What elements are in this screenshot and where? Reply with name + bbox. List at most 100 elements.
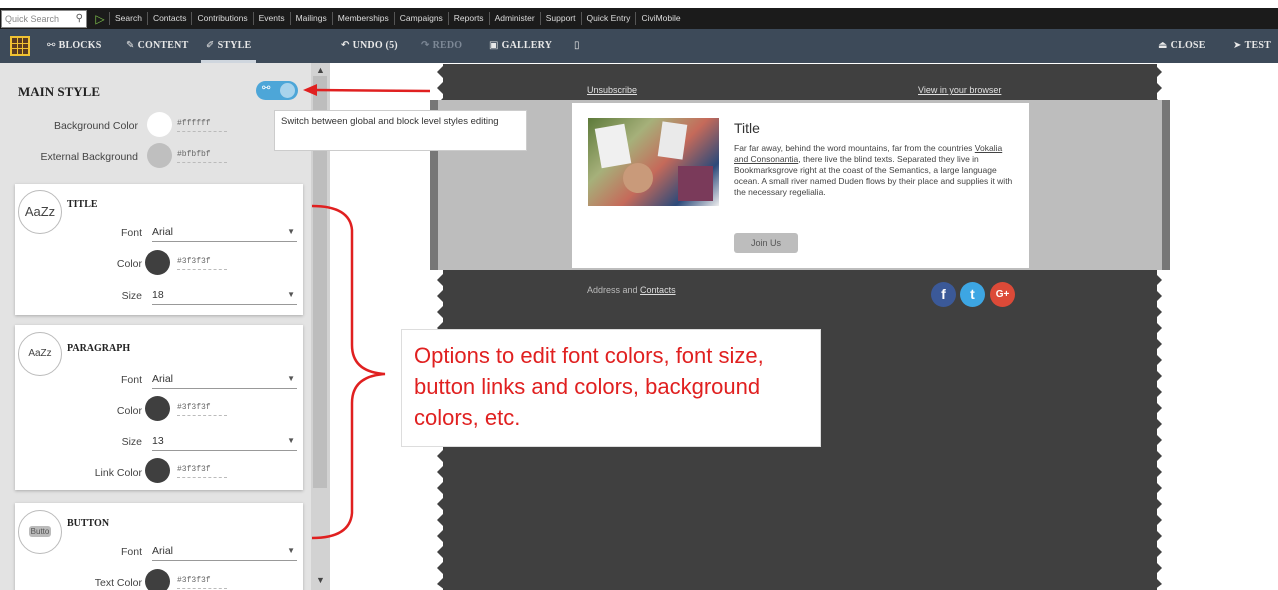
title-heading: TITLE	[67, 199, 98, 210]
chevron-down-icon: ▼	[287, 436, 295, 445]
block-right-border	[1162, 100, 1170, 270]
button-text-color-label: Text Color	[94, 577, 142, 589]
button-font-select[interactable]: Arial ▼	[152, 543, 297, 561]
scroll-up-icon[interactable]: ▲	[311, 65, 330, 77]
twitter-icon[interactable]: t	[960, 282, 985, 307]
menu-civimobile[interactable]: CiviMobile	[635, 12, 685, 25]
tab-content[interactable]: ✎ CONTENT	[126, 29, 188, 63]
join-us-button[interactable]: Join Us	[734, 233, 798, 253]
global-style-icon: ⚯	[262, 83, 271, 94]
app-root: Quick Search ⚲ ▷ Search Contacts Contrib…	[0, 0, 1278, 590]
gallery-label: GALLERY	[501, 40, 553, 51]
button-badge-label: Butto	[28, 526, 52, 537]
paragraph-color-value[interactable]: #3f3f3f	[177, 403, 227, 416]
redo-button[interactable]: ↷ REDO	[421, 29, 462, 63]
button-text-color-swatch[interactable]	[145, 569, 170, 590]
style-scope-toggle[interactable]: ⚯	[256, 81, 298, 100]
button-font-value: Arial	[152, 545, 174, 557]
background-color-swatch[interactable]	[147, 112, 172, 137]
link-color-value[interactable]: #3f3f3f	[177, 465, 227, 478]
protest-photo[interactable]	[588, 118, 719, 206]
preview-mobile-button[interactable]: ▯	[574, 29, 583, 63]
civicrm-menubar: Quick Search ⚲ ▷ Search Contacts Contrib…	[0, 8, 1278, 29]
title-font-value: Arial	[152, 226, 174, 238]
scroll-down-icon[interactable]: ▼	[311, 575, 330, 587]
toggle-tooltip: Switch between global and block level st…	[274, 110, 527, 151]
menubar-filler	[685, 8, 1278, 29]
paragraph-color-label: Color	[116, 405, 142, 417]
test-button[interactable]: ➤ TEST	[1233, 29, 1271, 63]
menu-contacts[interactable]: Contacts	[146, 12, 192, 25]
paragraph-size-select[interactable]: 13 ▼	[152, 433, 297, 451]
title-color-swatch[interactable]	[145, 250, 170, 275]
panel-title: MAIN STYLE	[18, 84, 100, 99]
editor-toolbar: ⚯ BLOCKS ✎ CONTENT ✐ STYLE ↶ UNDO (5) ↷ REDO …	[0, 29, 1278, 63]
menu-memberships[interactable]: Memberships	[331, 12, 394, 25]
email-block-paragraph[interactable]: Far far away, behind the word mountains,…	[734, 143, 1017, 198]
external-background-value[interactable]: #bfbfbf	[177, 150, 227, 163]
menu-mailings[interactable]: Mailings	[289, 12, 332, 25]
brush-icon: ✐	[206, 40, 215, 51]
pencil-icon: ✎	[126, 40, 135, 51]
paragraph-font-select[interactable]: Arial ▼	[152, 371, 297, 389]
tab-blocks-label: BLOCKS	[58, 40, 102, 51]
title-color-label: Color	[116, 258, 142, 270]
search-icon: ⚲	[75, 13, 83, 24]
menu-contributions[interactable]: Contributions	[191, 12, 252, 25]
close-button[interactable]: ⏏ CLOSE	[1158, 29, 1206, 63]
menu-campaigns[interactable]: Campaigns	[393, 12, 448, 25]
button-badge-icon: Butto	[18, 510, 62, 554]
background-color-value[interactable]: #ffffff	[177, 119, 227, 132]
external-background-swatch[interactable]	[147, 143, 172, 168]
title-size-select[interactable]: 18 ▼	[152, 287, 297, 305]
quick-search-placeholder: Quick Search	[5, 13, 60, 24]
redo-icon: ↷	[421, 40, 430, 51]
paragraph-size-value: 13	[152, 435, 164, 447]
undo-label: UNDO (5)	[352, 40, 398, 51]
link-color-swatch[interactable]	[145, 458, 170, 483]
mosaico-logo	[10, 36, 30, 56]
menu-support[interactable]: Support	[539, 12, 581, 25]
contacts-link[interactable]: Contacts	[640, 285, 676, 295]
paragraph-size-label: Size	[121, 436, 142, 448]
view-in-browser-link[interactable]: View in your browser	[918, 85, 1001, 95]
tab-blocks[interactable]: ⚯ BLOCKS	[47, 29, 101, 63]
gallery-button[interactable]: ▣ GALLERY	[489, 29, 552, 63]
menu-search[interactable]: Search	[109, 12, 147, 25]
tab-content-label: CONTENT	[137, 40, 189, 51]
email-block-title[interactable]: Title	[734, 120, 760, 136]
paragraph-heading: PARAGRAPH	[67, 343, 131, 354]
menu-events[interactable]: Events	[252, 12, 290, 25]
close-icon: ⏏	[1158, 40, 1168, 51]
footer-address: Address and Contacts	[587, 285, 676, 295]
civicrm-logo-icon[interactable]: ▷	[91, 12, 109, 26]
toggle-knob	[280, 83, 295, 98]
paragraph-text-start: Far far away, behind the word mountains,…	[734, 143, 975, 153]
button-text-color-value[interactable]: #3f3f3f	[177, 576, 227, 589]
title-size-value: 18	[152, 289, 164, 301]
tab-style-label: STYLE	[217, 40, 252, 51]
title-badge-icon: AaZz	[18, 190, 62, 234]
tab-style[interactable]: ✐ STYLE	[201, 29, 257, 63]
chevron-down-icon: ▼	[287, 290, 295, 299]
title-font-select[interactable]: Arial ▼	[152, 224, 297, 242]
close-label: CLOSE	[1170, 40, 1206, 51]
undo-button[interactable]: ↶ UNDO (5)	[341, 29, 398, 63]
button-font-label: Font	[120, 546, 142, 558]
paragraph-font-value: Arial	[152, 373, 174, 385]
background-color-label: Background Color	[53, 120, 138, 132]
menu-reports[interactable]: Reports	[447, 12, 489, 25]
menu-administer[interactable]: Administer	[488, 12, 540, 25]
unsubscribe-link[interactable]: Unsubscribe	[587, 85, 637, 95]
google-plus-icon[interactable]: G+	[990, 282, 1015, 307]
paragraph-color-swatch[interactable]	[145, 396, 170, 421]
title-color-value[interactable]: #3f3f3f	[177, 257, 227, 270]
menu-quick-entry[interactable]: Quick Entry	[580, 12, 636, 25]
annotation-callout: Options to edit font colors, font size, …	[401, 329, 821, 447]
chevron-down-icon: ▼	[287, 227, 295, 236]
button-heading: BUTTON	[67, 518, 110, 529]
paragraph-badge-icon: AaZz	[18, 332, 62, 376]
facebook-icon[interactable]: f	[931, 282, 956, 307]
undo-icon: ↶	[341, 40, 350, 51]
quick-search-input[interactable]: Quick Search ⚲	[1, 9, 87, 28]
